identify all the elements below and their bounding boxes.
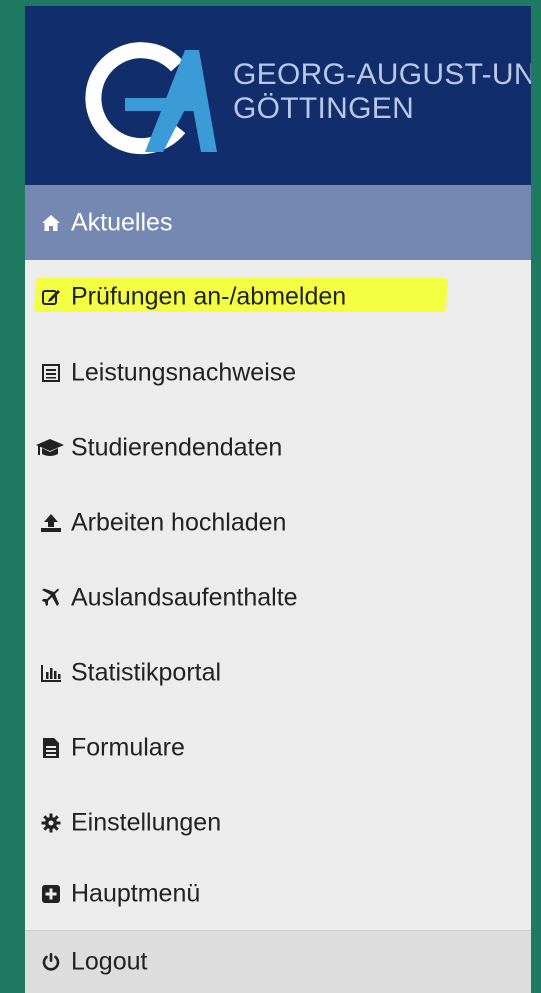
list-icon [39, 361, 63, 385]
menu-item-label: Auslandsaufenthalte [71, 583, 298, 612]
menu-item-einstellungen[interactable]: Einstellungen [25, 786, 531, 860]
university-name-line1: GEORG-AUGUST-UNIVERSITÄT [233, 58, 531, 91]
menu-item-formulare[interactable]: Formulare [25, 711, 531, 785]
menu-item-pruefungen[interactable]: Prüfungen an-/abmelden [25, 260, 531, 334]
bar-chart-icon [39, 661, 63, 685]
plus-square-icon [39, 882, 63, 906]
menu-item-logout[interactable]: Logout [25, 931, 531, 993]
gear-icon [39, 811, 63, 835]
menu-item-label: Arbeiten hochladen [71, 508, 287, 537]
menu-item-arbeiten-hochladen[interactable]: Arbeiten hochladen [25, 486, 531, 560]
menu-item-leistungsnachweise[interactable]: Leistungsnachweise [25, 336, 531, 410]
graduation-cap-icon [35, 436, 65, 460]
university-name-line2: GÖTTINGEN [233, 92, 415, 125]
menu-item-label: Leistungsnachweise [71, 358, 297, 387]
university-logo[interactable] [67, 36, 227, 166]
menu-item-studierendendaten[interactable]: Studierendendaten [25, 411, 531, 485]
menu-item-aktuelles[interactable]: Aktuelles [25, 185, 531, 260]
menu-item-hauptmenue[interactable]: Hauptmenü [25, 857, 531, 931]
edit-icon [39, 285, 63, 309]
home-icon [39, 211, 63, 235]
upload-icon [39, 511, 63, 535]
menu-item-label: Hauptmenü [71, 879, 201, 908]
menu-item-auslandsaufenthalte[interactable]: Auslandsaufenthalte [25, 561, 531, 635]
university-name: GEORG-AUGUST-UNIVERSITÄT GÖTTINGEN [233, 58, 531, 126]
header: GEORG-AUGUST-UNIVERSITÄT GÖTTINGEN [25, 6, 531, 185]
plane-icon [39, 586, 63, 610]
document-icon [39, 736, 63, 760]
menu-item-statistikportal[interactable]: Statistikportal [25, 636, 531, 710]
menu-item-label: Formulare [71, 733, 185, 762]
menu-item-label: Studierendendaten [71, 433, 283, 462]
menu-item-label: Logout [71, 947, 148, 976]
menu-item-label: Aktuelles [71, 208, 173, 236]
menu-item-label: Einstellungen [71, 808, 222, 837]
menu-item-label: Statistikportal [71, 658, 222, 687]
sidebar-panel: GEORG-AUGUST-UNIVERSITÄT GÖTTINGEN Aktue… [25, 6, 531, 993]
menu-item-label: Prüfungen an-/abmelden [71, 282, 347, 311]
power-icon [39, 950, 63, 974]
